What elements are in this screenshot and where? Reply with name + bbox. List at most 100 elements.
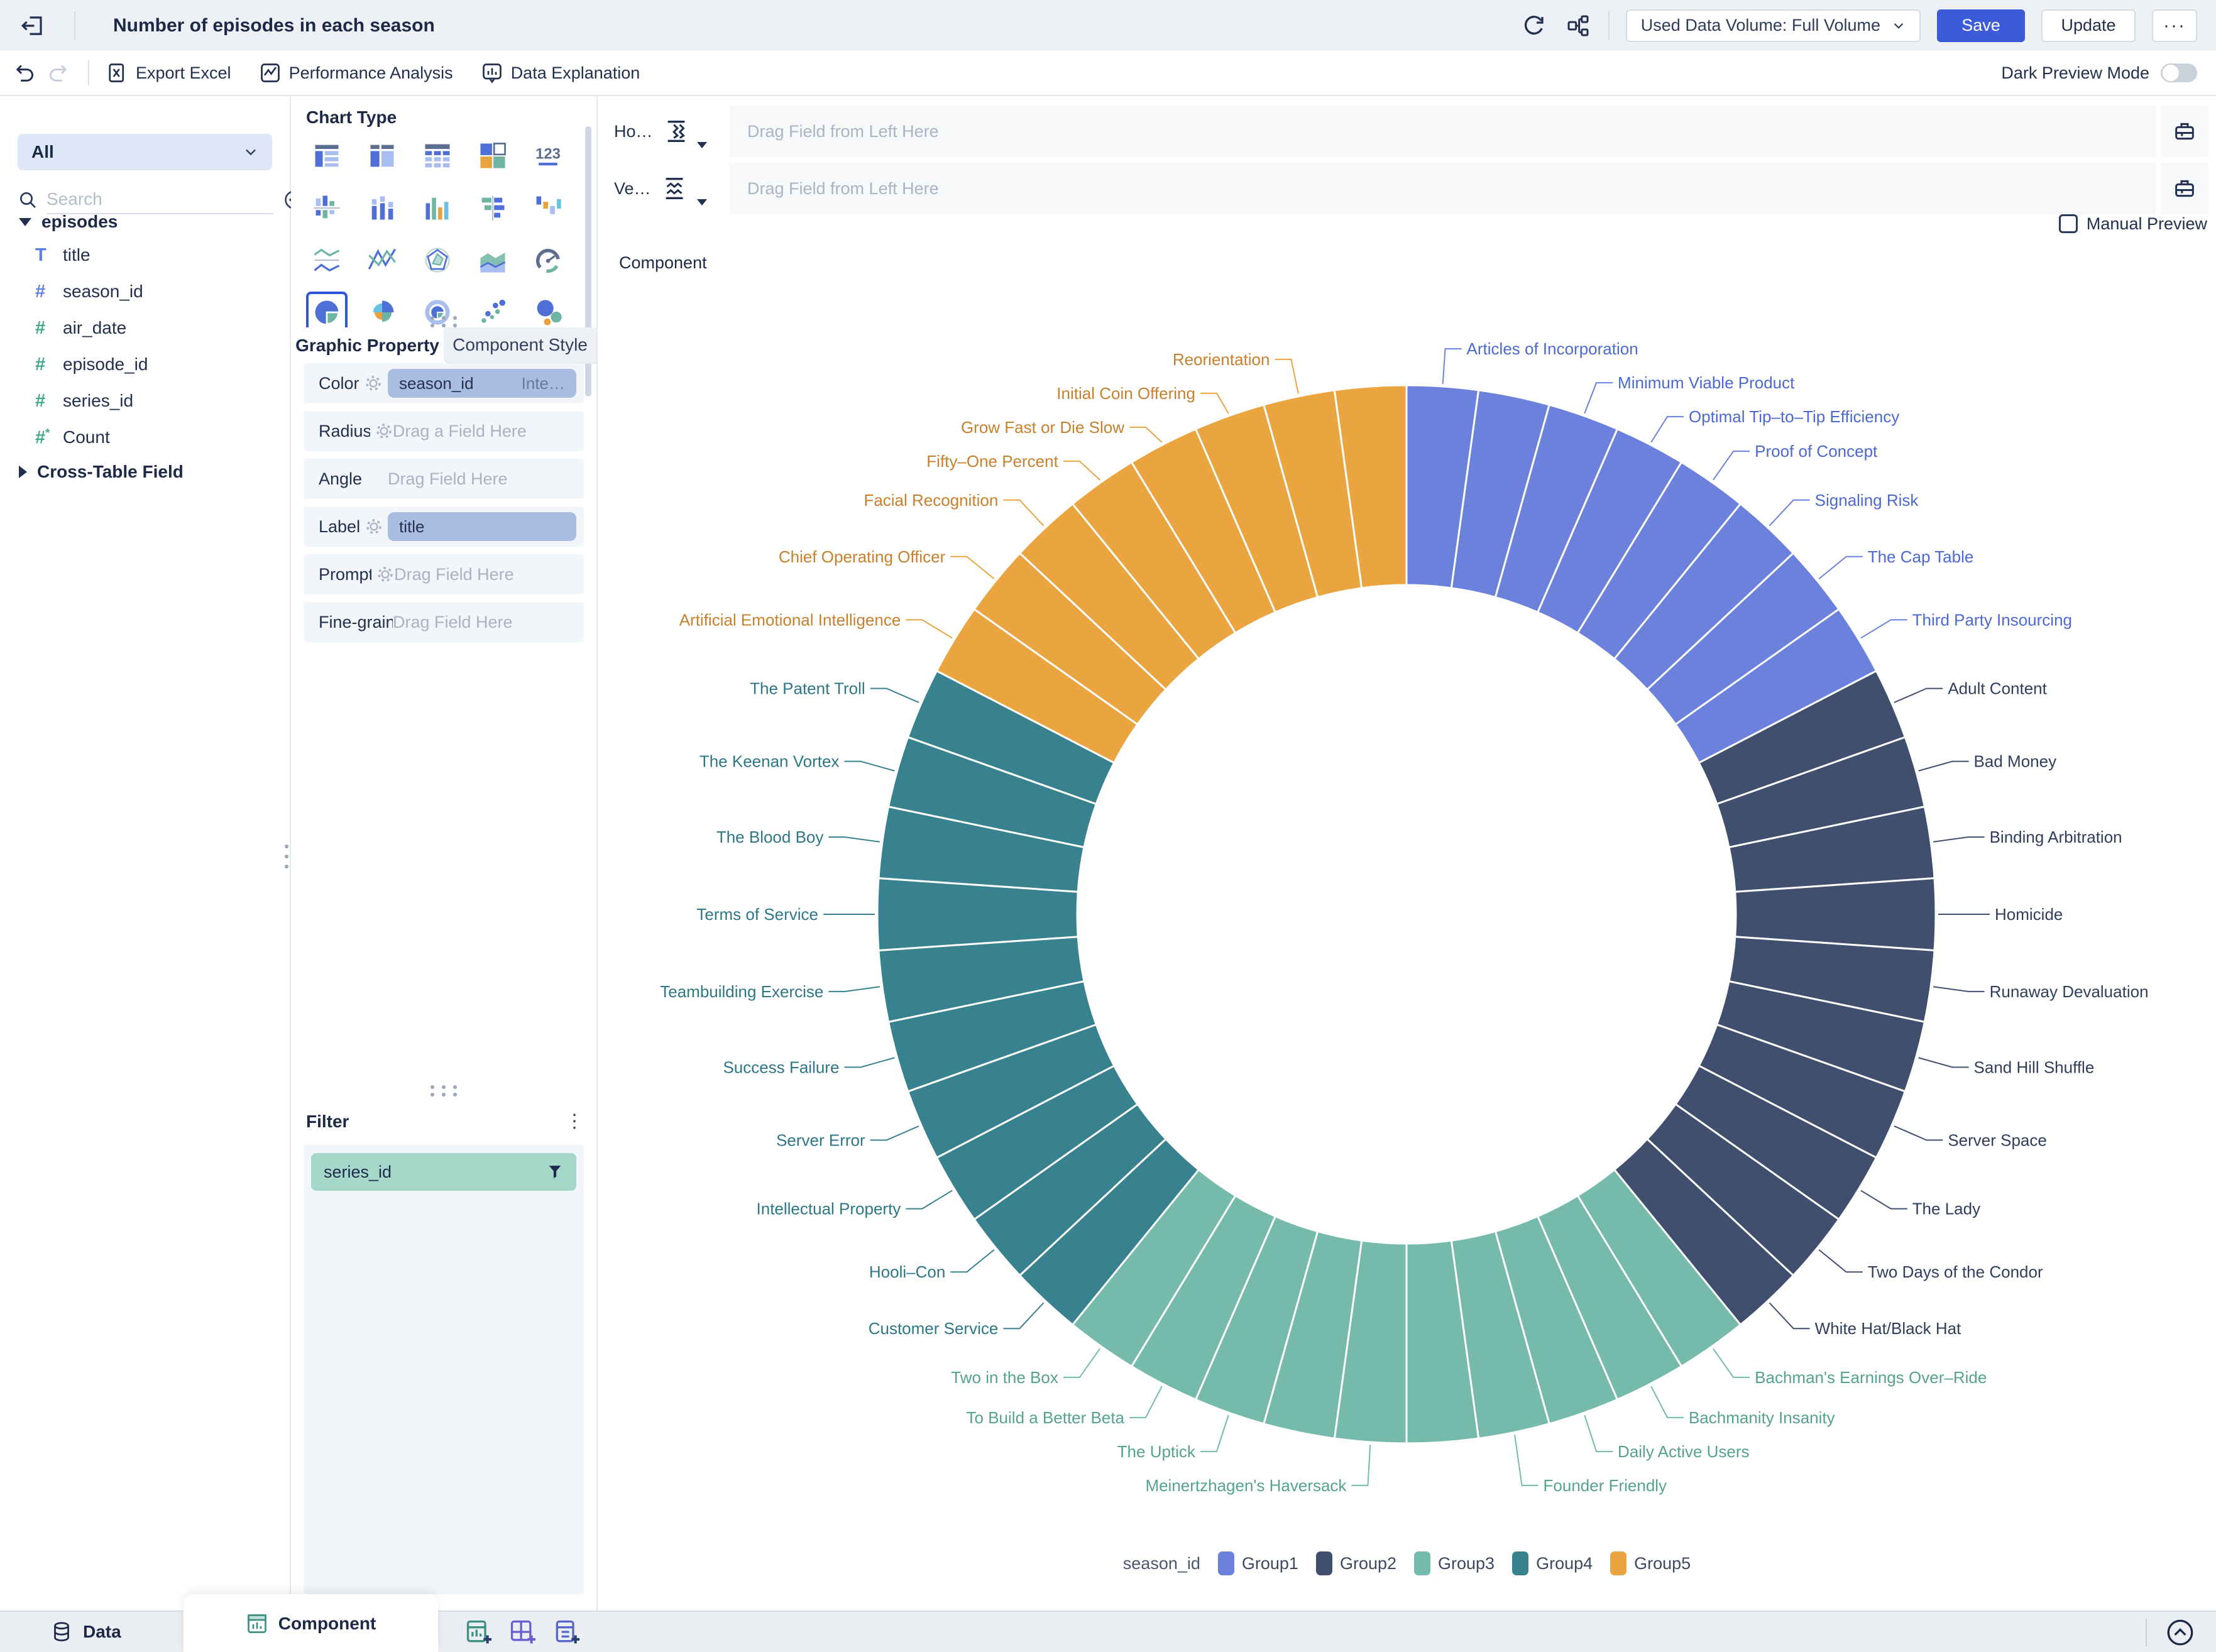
chart-type-table-icon[interactable] [418, 136, 457, 175]
number-field-icon: # [35, 318, 63, 339]
chart-type-scatter-icon[interactable] [473, 293, 512, 332]
label-leader-line [1200, 1415, 1229, 1452]
add-report-button[interactable] [551, 1617, 581, 1647]
data-explanation-button[interactable]: Data Explanation [481, 62, 640, 84]
gear-icon[interactable] [365, 375, 382, 392]
update-button[interactable]: Update [2041, 9, 2136, 42]
chart-type-pie-icon[interactable] [307, 293, 346, 332]
chart-type-bubble-icon[interactable] [529, 293, 568, 332]
cross-table-field-node[interactable]: Cross-Table Field [19, 456, 184, 488]
chart-type-stacked-column-icon[interactable] [363, 189, 402, 227]
slice-label: Grow Fast or Die Slow [961, 418, 1124, 437]
field-item-season_id[interactable]: #season_id [0, 273, 290, 310]
slice-label: Facial Recognition [864, 491, 998, 510]
field-item-air_date[interactable]: #air_date [0, 310, 290, 346]
export-excel-button[interactable]: Export Excel [106, 62, 231, 84]
slice-label: Bachmanity Insanity [1689, 1408, 1835, 1427]
field-list: Ttitle#season_id#air_date#episode_id#ser… [0, 237, 290, 456]
slice-label: The Keenan Vortex [699, 752, 840, 771]
performance-analysis-button[interactable]: Performance Analysis [259, 62, 453, 84]
label-leader-line [1861, 620, 1907, 638]
chart-type-line-icon[interactable] [363, 241, 402, 280]
section-resize-handle[interactable] [423, 315, 464, 329]
legend-item-group3[interactable]: Group3 [1414, 1551, 1495, 1575]
slice-label: Hooli–Con [869, 1262, 945, 1281]
property-drop-zone[interactable]: Drag Field Here [394, 565, 576, 584]
chart-type-range-column-icon[interactable] [529, 189, 568, 227]
chart-type-title: Chart Type [306, 107, 397, 128]
donut-chart[interactable]: Articles of Incorporation Minimum Viable … [598, 96, 2216, 1611]
field-item-series_id[interactable]: #series_id [0, 383, 290, 419]
filter-pill-series-id[interactable]: series_id [311, 1153, 576, 1191]
label-leader-line [1275, 359, 1298, 394]
chart-type-multi-line-icon[interactable] [307, 241, 346, 280]
chart-type-grouped-bar-icon[interactable] [307, 189, 346, 227]
legend-item-group2[interactable]: Group2 [1316, 1551, 1396, 1575]
field-pill-title[interactable]: title [388, 512, 576, 541]
legend-item-group1[interactable]: Group1 [1218, 1551, 1298, 1575]
data-explanation-label: Data Explanation [511, 63, 640, 83]
redo-button[interactable] [44, 59, 72, 87]
section-resize-handle[interactable] [423, 1084, 464, 1098]
field-scope-select[interactable]: All [18, 134, 272, 170]
page-title: Number of episodes in each season [113, 15, 435, 36]
data-volume-value: Used Data Volume: Full Volume [1641, 16, 1880, 35]
more-button[interactable]: ··· [2152, 9, 2197, 42]
chart-type-group-table-icon[interactable] [307, 136, 346, 175]
graphic-property-list: Colorseason_idInte…RadiusDrag a Field He… [304, 363, 584, 650]
gear-icon[interactable] [375, 422, 393, 440]
config-tabs: Graphic Property Component Style [291, 327, 596, 364]
property-drop-zone[interactable]: title [388, 512, 576, 541]
field-name: title [63, 245, 91, 265]
chart-type-column-icon[interactable] [418, 189, 457, 227]
property-row-fine-grained: Fine-grainedDrag Field Here [304, 602, 584, 642]
legend-label: Group3 [1438, 1554, 1495, 1573]
tab-graphic-property[interactable]: Graphic Property [291, 327, 444, 364]
gear-icon[interactable] [376, 566, 394, 583]
slice-label: Third Party Insourcing [1912, 610, 2072, 629]
slice-label: Articles of Incorporation [1467, 339, 1638, 358]
chart-type-radar-icon[interactable] [418, 241, 457, 280]
property-drop-zone[interactable]: season_idInte… [388, 369, 576, 398]
tab-component[interactable]: Component [184, 1594, 438, 1652]
top-bar: Number of episodes in each season Used D… [0, 0, 2216, 51]
property-drop-zone[interactable]: Drag Field Here [388, 469, 576, 489]
chart-type-detail-table-icon[interactable] [363, 136, 402, 175]
data-volume-select[interactable]: Used Data Volume: Full Volume [1626, 9, 1921, 42]
field-item-title[interactable]: Ttitle [0, 237, 290, 273]
property-drop-zone[interactable]: Drag a Field Here [393, 422, 576, 441]
tab-data[interactable]: Data [50, 1612, 121, 1652]
chart-type-area-icon[interactable] [473, 241, 512, 280]
property-row-radius: Radius Drag a Field Here [304, 411, 584, 451]
chart-type-cross-table-icon[interactable] [473, 136, 512, 175]
legend-item-group5[interactable]: Group5 [1610, 1551, 1691, 1575]
field-pill-season_id[interactable]: season_idInte… [388, 369, 576, 398]
dark-preview-toggle[interactable] [2161, 63, 2197, 82]
lineage-button[interactable] [1564, 12, 1592, 40]
label-leader-line [1003, 500, 1043, 526]
refresh-button[interactable] [1520, 12, 1548, 40]
collapse-panel-button[interactable] [2164, 1617, 2196, 1648]
property-label: Radius [319, 422, 370, 441]
chart-type-rose-icon[interactable] [363, 293, 402, 332]
property-drop-zone[interactable]: Drag Field Here [393, 613, 576, 632]
slice-label: Binding Arbitration [1990, 828, 2122, 846]
field-item-episode_id[interactable]: #episode_id [0, 346, 290, 383]
save-button[interactable]: Save [1937, 9, 2025, 42]
undo-button[interactable] [11, 59, 39, 87]
field-item-Count[interactable]: #*Count [0, 419, 290, 456]
chart-type-kpi-card-icon[interactable]: 123 [529, 136, 568, 175]
legend-item-group4[interactable]: Group4 [1512, 1551, 1593, 1575]
slice-label: Minimum Viable Product [1618, 373, 1795, 392]
add-chart-button[interactable] [463, 1617, 493, 1647]
exit-edit-button[interactable] [18, 11, 47, 40]
filter-menu-icon[interactable]: ⋮ [565, 1115, 584, 1128]
filter-drop-area[interactable]: series_id [304, 1144, 584, 1594]
chart-type-bidirectional-bar-icon[interactable] [473, 189, 512, 227]
tab-component-style[interactable]: Component Style [444, 327, 596, 364]
legend-swatch [1316, 1551, 1332, 1575]
add-dashboard-button[interactable] [507, 1617, 537, 1647]
table-node-episodes[interactable]: episodes [19, 208, 118, 236]
gear-icon[interactable] [365, 518, 383, 535]
chart-type-gauge-icon[interactable] [529, 241, 568, 280]
